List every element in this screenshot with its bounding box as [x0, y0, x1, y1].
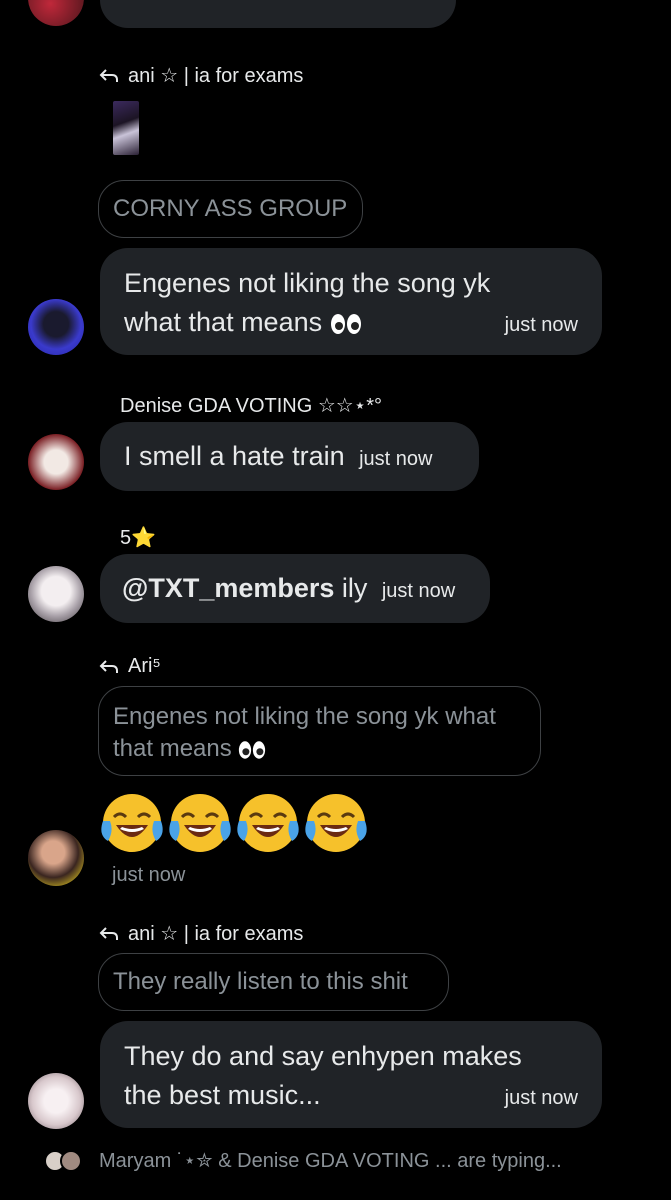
sticker-image[interactable]: [113, 101, 139, 155]
reply-to-name: Ari⁵: [128, 655, 161, 677]
message-bubble-1[interactable]: Engenes not liking the song yk what that…: [100, 248, 602, 355]
message-timestamp: just now: [381, 580, 456, 602]
message-bubble-5[interactable]: They do and say enhypen makes the best m…: [100, 1021, 602, 1128]
eyes-emoji-icon: [330, 313, 361, 334]
message-text: ily: [334, 573, 368, 603]
laughing-crying-emoji-icon: [101, 794, 163, 852]
message-timestamp: just now: [504, 314, 578, 336]
reply-arrow-icon: [99, 68, 118, 82]
reply-to-name: ani ☆ | ia for exams: [128, 923, 304, 945]
reply-indicator-2: Ari⁵: [98, 655, 161, 678]
avatar-user-3[interactable]: [28, 566, 84, 622]
avatar-user-1[interactable]: [28, 299, 84, 355]
sender-name-2: Denise GDA VOTING ☆☆⋆*°: [120, 395, 382, 417]
avatar-previous[interactable]: [28, 0, 84, 26]
quoted-text-line1: Engenes not liking the song yk what: [113, 703, 496, 730]
avatar-user-2[interactable]: [28, 434, 84, 490]
avatar-user-5[interactable]: [28, 1073, 84, 1129]
reply-arrow-icon: [99, 659, 118, 673]
emoji-message[interactable]: [100, 791, 400, 857]
quoted-message-3[interactable]: They really listen to this shit: [98, 953, 449, 1011]
laughing-crying-emoji-icon: [305, 794, 367, 852]
avatar-user-4[interactable]: [28, 830, 84, 886]
reply-arrow-icon: [99, 926, 118, 940]
reply-indicator-1: ani ☆ | ia for exams: [98, 63, 303, 88]
message-text: I smell a hate train: [124, 441, 345, 471]
typing-indicator-text: Maryam ˙⋆✮ & Denise GDA VOTING ... are t…: [99, 1150, 562, 1172]
message-timestamp: just now: [112, 864, 186, 886]
message-bubble-2[interactable]: I smell a hate train just now: [100, 422, 479, 491]
mention-link[interactable]: @TXT_members: [122, 573, 334, 603]
quoted-text: They really listen to this shit: [113, 968, 408, 995]
reply-indicator-3: ani ☆ | ia for exams: [98, 921, 303, 946]
message-timestamp: just now: [359, 448, 433, 470]
eyes-emoji-icon: [239, 740, 266, 759]
sender-name-3: 5⭐: [120, 527, 157, 549]
message-text-line1: They do and say enhypen makes: [124, 1041, 522, 1071]
message-timestamp: just now: [504, 1087, 578, 1109]
previous-message-bubble[interactable]: [100, 0, 456, 28]
quoted-text-line2: that means: [113, 733, 526, 765]
quoted-message-2[interactable]: Engenes not liking the song yk what that…: [98, 686, 541, 776]
message-text-line1: Engenes not liking the song yk: [124, 268, 491, 298]
reply-to-name: ani ☆ | ia for exams: [128, 65, 304, 87]
message-bubble-3[interactable]: @TXT_members ily just now: [100, 554, 490, 623]
quoted-message-1[interactable]: CORNY ASS GROUP: [98, 180, 363, 238]
avatar: [60, 1150, 82, 1172]
laughing-crying-emoji-icon: [237, 794, 299, 852]
typing-avatars: [44, 1150, 84, 1172]
quoted-text: CORNY ASS GROUP: [113, 195, 348, 222]
laughing-crying-emoji-icon: [169, 794, 231, 852]
